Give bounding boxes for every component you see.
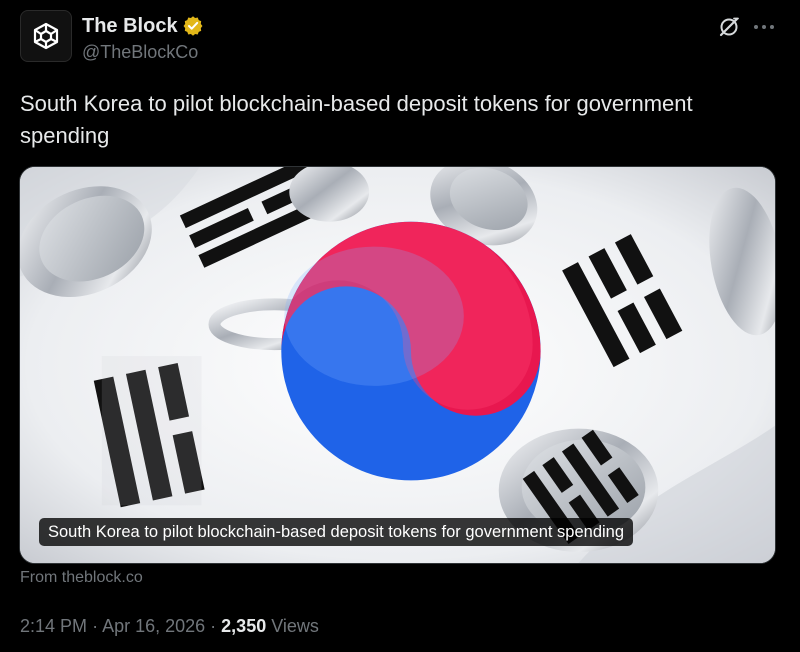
- avatar[interactable]: [20, 10, 72, 62]
- more-horizontal-icon: [754, 25, 774, 29]
- card-caption: South Korea to pilot blockchain-based de…: [39, 518, 634, 546]
- tweet-date[interactable]: Apr 16, 2026: [102, 616, 205, 636]
- meta-separator: ·: [210, 616, 222, 636]
- the-block-logo-icon: [33, 22, 59, 50]
- south-korea-flag-coins-image: [20, 167, 775, 563]
- meta-separator: ·: [92, 616, 103, 636]
- tweet-time[interactable]: 2:14 PM: [20, 616, 87, 636]
- grok-icon: [719, 17, 739, 37]
- verified-badge-icon[interactable]: [183, 16, 203, 36]
- link-card[interactable]: South Korea to pilot blockchain-based de…: [19, 166, 776, 564]
- more-options-button[interactable]: [750, 16, 778, 38]
- author-name-row: The Block: [82, 14, 203, 38]
- author-display-name[interactable]: The Block: [82, 15, 178, 38]
- tweet: The Block @TheBlockCo South Korea to pil…: [0, 0, 800, 652]
- tweet-meta: 2:14 PM · Apr 16, 2026 · 2,350 Views: [20, 616, 319, 637]
- views-label: Views: [271, 616, 319, 636]
- card-source-link[interactable]: From theblock.co: [20, 569, 143, 587]
- tweet-text: South Korea to pilot blockchain-based de…: [20, 91, 693, 148]
- author-handle[interactable]: @TheBlockCo: [82, 42, 198, 63]
- views-count: 2,350: [221, 616, 267, 636]
- grok-button[interactable]: [716, 14, 742, 40]
